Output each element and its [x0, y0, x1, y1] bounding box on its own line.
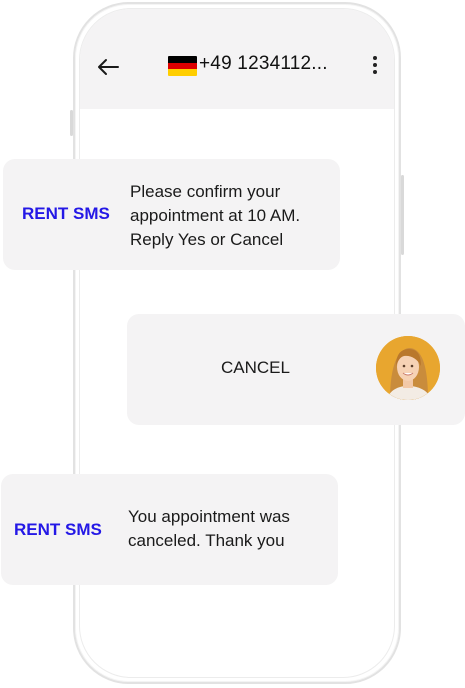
- back-arrow-icon[interactable]: [96, 57, 120, 77]
- contact-number[interactable]: +49 1234112...: [199, 53, 328, 75]
- user-avatar: [376, 336, 440, 400]
- flag-stripe-gold: [168, 69, 197, 76]
- sender-label: RENT SMS: [14, 520, 102, 539]
- message-text: CANCEL: [221, 358, 290, 377]
- flag-stripe-red: [168, 62, 197, 70]
- message-text: You appointment was canceled. Thank you: [128, 507, 290, 550]
- stage: +49 1234112... RENT SMS Please confirm y…: [0, 0, 465, 688]
- incoming-message: RENT SMS Please confirm your appointment…: [3, 159, 340, 270]
- phone-side-button: [401, 175, 404, 255]
- more-vertical-icon[interactable]: [370, 54, 380, 76]
- sender-label: RENT SMS: [22, 204, 110, 223]
- germany-flag-icon: [168, 56, 197, 76]
- chat-header: +49 1234112...: [80, 9, 394, 109]
- flag-stripe-black: [168, 56, 197, 63]
- message-text: Please confirm your appointment at 10 AM…: [130, 182, 301, 249]
- incoming-message: RENT SMS You appointment was canceled. T…: [1, 474, 338, 585]
- outgoing-message: CANCEL: [127, 314, 465, 425]
